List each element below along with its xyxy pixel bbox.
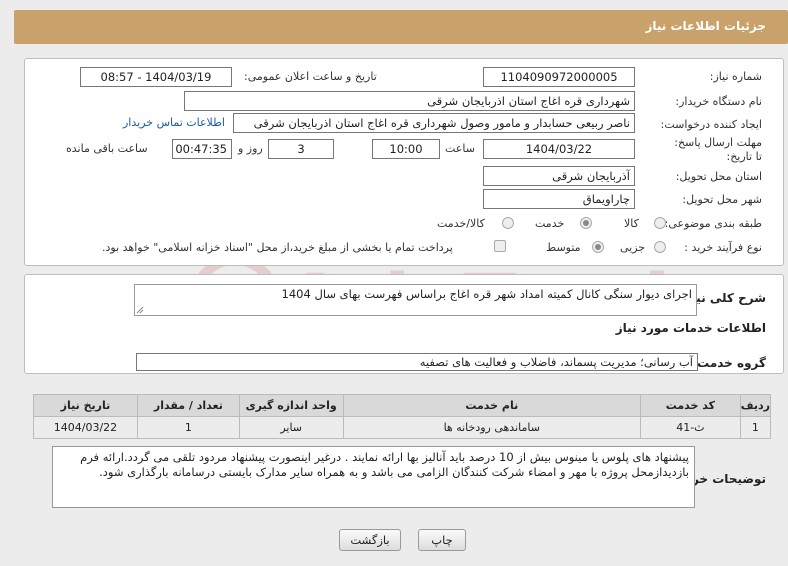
contact-buyer-link[interactable]: اطلاعات تماس خریدار (123, 116, 225, 129)
remaining-time-field: 00:47:35 (172, 139, 232, 159)
notes-field: پیشنهاد های پلوس یا مینوس بیش از 10 درصد… (52, 446, 695, 508)
need-number-label: شماره نیاز: (709, 70, 762, 83)
process-radio-minor[interactable] (654, 241, 666, 253)
payment-checkbox[interactable] (494, 240, 506, 252)
city-field: چاراویماق (483, 189, 635, 209)
cell-need-date: 1404/03/22 (33, 416, 138, 439)
print-button[interactable]: چاپ (418, 529, 466, 551)
payment-text: پرداخت تمام یا بخشی از مبلغ خرید،از محل … (102, 241, 453, 254)
days-label: روز و (238, 142, 263, 155)
resize-handle-icon[interactable] (136, 306, 144, 314)
services-title: اطلاعات خدمات مورد نیاز (615, 321, 766, 335)
deadline-time-field: 10:00 (372, 139, 440, 159)
col-row-num: ردیف (739, 394, 772, 417)
category-radio-service[interactable] (580, 217, 592, 229)
col-quantity: تعداد / مقدار (136, 394, 240, 417)
cell-service-code: ث-41 (639, 416, 741, 439)
city-label: شهر محل تحویل: (682, 193, 762, 206)
announce-label: تاریخ و ساعت اعلان عمومی: (244, 70, 377, 83)
table-header-row: ردیف کد خدمت نام خدمت واحد اندازه گیری ت… (33, 394, 772, 417)
info-panel (24, 58, 784, 266)
cell-quantity: 1 (136, 416, 240, 439)
category-option-service: خدمت (535, 217, 565, 230)
back-button[interactable]: بازگشت (339, 529, 401, 551)
page-title: جزئیات اطلاعات نیاز (645, 19, 766, 33)
category-radio-goods[interactable] (654, 217, 666, 229)
col-need-date: تاریخ نیاز (33, 394, 138, 417)
col-unit: واحد اندازه گیری (238, 394, 344, 417)
announce-field: 1404/03/19 - 08:57 (80, 67, 232, 87)
category-label: طبقه بندی موضوعی: (664, 217, 762, 230)
province-label: استان محل تحویل: (675, 170, 762, 183)
deadline-date-field: 1404/03/22 (483, 139, 635, 159)
process-radio-medium[interactable] (592, 241, 604, 253)
category-radio-both[interactable] (502, 217, 514, 229)
services-table: ردیف کد خدمت نام خدمت واحد اندازه گیری ت… (33, 394, 772, 439)
category-option-goods: کالا (624, 217, 639, 230)
col-service-name: نام خدمت (342, 394, 641, 417)
time-label: ساعت (445, 142, 475, 155)
creator-field: ناصر ربیعی حسابدار و مامور وصول شهرداری … (233, 113, 635, 133)
cell-row-num: 1 (739, 416, 772, 439)
cell-unit: سایر (238, 416, 344, 439)
buyer-label: نام دستگاه خریدار: (675, 95, 762, 108)
page-header: جزئیات اطلاعات نیاز (14, 10, 788, 44)
remaining-label: ساعت باقی مانده (66, 142, 148, 155)
service-group-label: گروه خدمت: (692, 356, 766, 370)
summary-field: اجرای دیوار سنگی کانال کمیته امداد شهر ق… (134, 284, 697, 316)
deadline-label: مهلت ارسال پاسخ: تا تاریخ: (674, 136, 762, 163)
col-service-code: کد خدمت (639, 394, 741, 417)
creator-label: ایجاد کننده درخواست: (660, 118, 762, 131)
buyer-field: شهرداری قره اغاج استان اذربایجان شرقی (184, 91, 635, 111)
province-field: آذربایجان شرقی (483, 166, 635, 186)
category-option-both: کالا/خدمت (437, 217, 485, 230)
process-option-medium: متوسط (546, 241, 581, 254)
process-label: نوع فرآیند خرید : (684, 241, 762, 254)
days-field: 3 (268, 139, 334, 159)
process-option-minor: جزیی (620, 241, 646, 254)
service-group-field: آب رسانی؛ مدیریت پسماند، فاضلاب و فعالیت… (136, 353, 698, 371)
cell-service-name: ساماندهی رودخانه ها (342, 416, 641, 439)
table-row: 1 ث-41 ساماندهی رودخانه ها سایر 1 1404/0… (33, 416, 772, 439)
need-number-field: 1104090972000005 (483, 67, 635, 87)
